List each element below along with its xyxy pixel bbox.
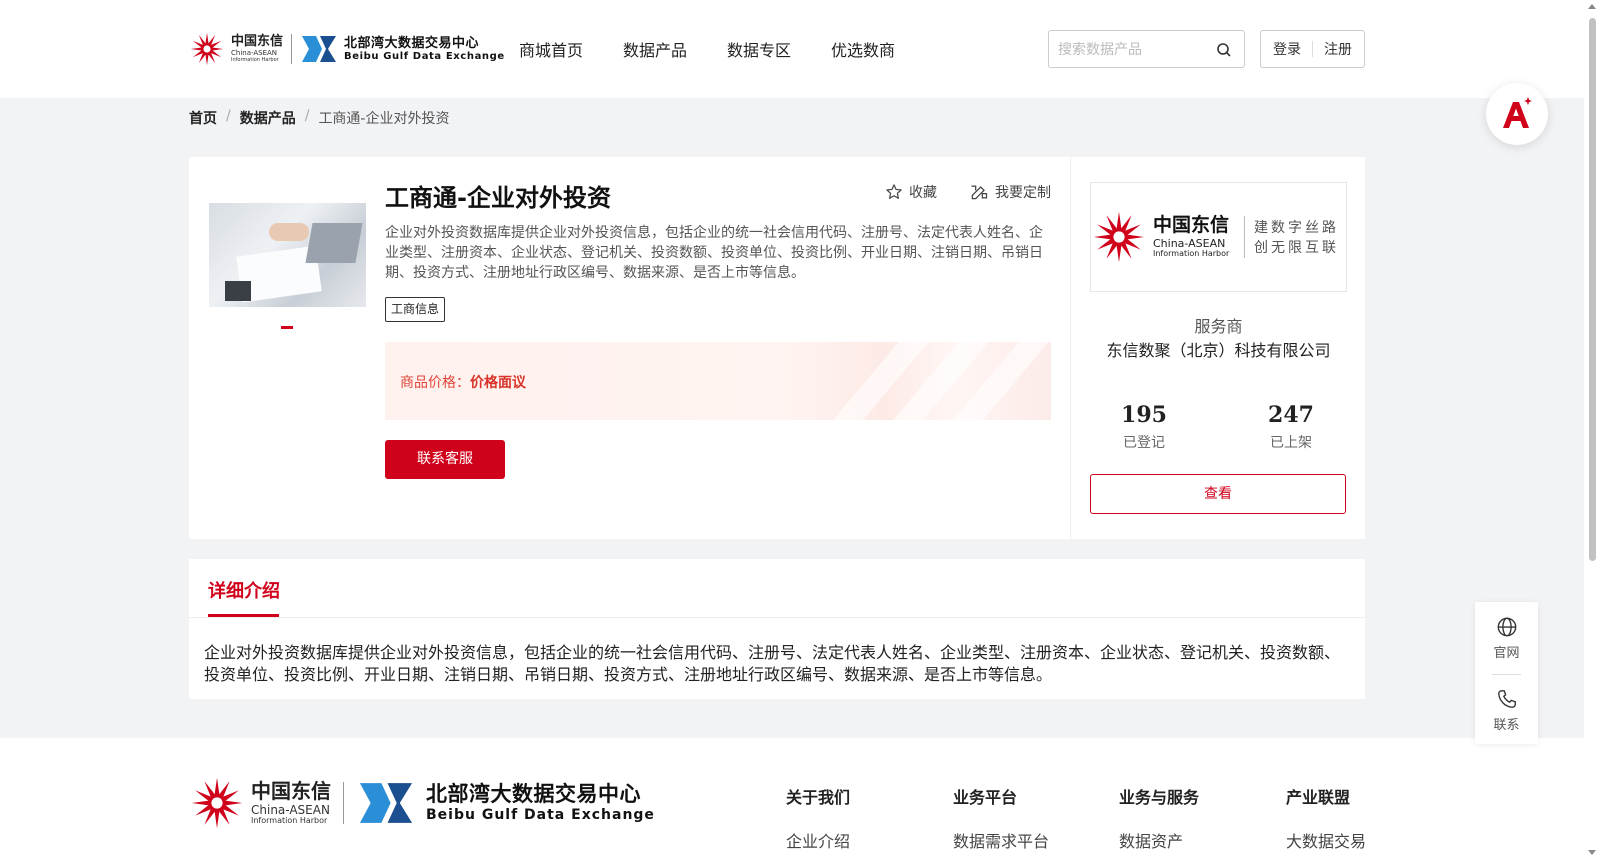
footer-china-asean-wordmark: 中国东信 China-ASEAN Information Harbor — [251, 779, 331, 825]
image-laptop-shape — [305, 223, 363, 263]
login-link[interactable]: 登录 — [1273, 39, 1301, 59]
listed-label: 已上架 — [1270, 435, 1312, 451]
scroll-down-arrow-icon[interactable] — [1588, 850, 1596, 855]
registered-stat: 195 已登记 — [1089, 402, 1199, 452]
vendor-wordmark: 中国东信 China-ASEAN Information Harbor — [1153, 214, 1230, 258]
registered-count: 195 — [1121, 402, 1167, 428]
page-scrollbar[interactable] — [1584, 0, 1600, 861]
site-footer: 中国东信 China-ASEAN Information Harbor 北部湾大… — [0, 738, 1584, 861]
footer-column-about: 关于我们 企业介绍 — [786, 784, 850, 852]
star-icon — [886, 184, 902, 199]
vendor-logo[interactable]: 中国东信 China-ASEAN Information Harbor 建数字丝… — [1090, 182, 1347, 292]
scroll-thumb[interactable] — [1589, 18, 1596, 561]
product-description: 企业对外投资数据库提供企业对外投资信息，包括企业的统一社会信用代码、注册号、法定… — [385, 225, 1043, 281]
side-divider — [1492, 674, 1521, 675]
price-label: 商品价格：价格面议 — [400, 375, 526, 391]
auth-box: 登录 注册 — [1260, 30, 1365, 68]
price-value: 价格面议 — [470, 375, 526, 391]
favorite-label: 收藏 — [909, 185, 937, 201]
detail-section: 详细介绍 企业对外投资数据库提供企业对外投资信息，包括企业的统一社会信用代码、注… — [189, 559, 1365, 699]
china-asean-wordmark: 中国东信 China-ASEAN Information Harbor — [231, 34, 284, 63]
search-icon[interactable] — [1216, 42, 1232, 58]
breadcrumb-home[interactable]: 首页 — [189, 108, 217, 128]
footer-beibu-gulf-logo-icon — [359, 783, 413, 823]
footer-column-heading: 业务平台 — [953, 788, 1018, 807]
nav-data-zone[interactable]: 数据专区 — [727, 37, 791, 61]
product-card: 工商通-企业对外投资 收藏 我要定制 企业对外投资数据库提供企业对外投资信息，包… — [189, 157, 1365, 539]
footer-burst-logo-icon — [191, 777, 243, 829]
image-hand-shape — [269, 223, 309, 241]
nav-mall-home[interactable]: 商城首页 — [519, 37, 583, 61]
price-box: 商品价格：价格面议 — [385, 342, 1051, 420]
vendor-logo-divider — [1244, 216, 1245, 258]
vendor-burst-logo-icon — [1093, 211, 1145, 263]
customize-button[interactable]: 我要定制 — [969, 182, 1051, 202]
footer-logo-divider — [343, 782, 344, 824]
nav-preferred-vendors[interactable]: 优选数商 — [831, 37, 895, 61]
view-vendor-button[interactable]: 查看 — [1090, 474, 1346, 514]
footer-link[interactable]: 大数据交易 — [1286, 828, 1366, 852]
assistant-button[interactable] — [1486, 83, 1548, 145]
registered-label: 已登记 — [1123, 435, 1165, 451]
footer-column-heading: 业务与服务 — [1119, 788, 1200, 807]
auth-divider — [1312, 41, 1313, 57]
side-website-button[interactable]: 官网 — [1475, 616, 1538, 661]
site-logo[interactable]: 中国东信 China-ASEAN Information Harbor 北部湾大… — [189, 28, 505, 70]
product-title: 工商通-企业对外投资 — [385, 184, 611, 212]
customize-icon — [971, 185, 988, 200]
search-box — [1048, 30, 1245, 68]
contact-support-button[interactable]: 联系客服 — [385, 440, 505, 479]
search-input[interactable] — [1058, 39, 1208, 59]
footer-logo[interactable]: 中国东信 China-ASEAN Information Harbor 北部湾大… — [189, 775, 655, 831]
nav-data-products[interactable]: 数据产品 — [623, 37, 687, 61]
breadcrumb: 首页 / 数据产品 / 工商通-企业对外投资 — [189, 108, 450, 128]
listed-count: 247 — [1268, 402, 1314, 428]
scroll-up-arrow-icon[interactable] — [1588, 4, 1596, 9]
breadcrumb-products[interactable]: 数据产品 — [240, 108, 296, 128]
side-contact-button[interactable]: 联系 — [1475, 688, 1538, 733]
image-calculator-shape — [225, 281, 251, 301]
china-asean-burst-logo-icon — [190, 32, 224, 66]
side-panel: 官网 联系 — [1475, 602, 1538, 744]
footer-column-alliance: 产业联盟 大数据交易 — [1286, 784, 1366, 852]
footer-link[interactable]: 数据需求平台 — [953, 828, 1049, 852]
breadcrumb-separator: / — [226, 108, 231, 124]
logo-divider — [291, 34, 293, 64]
phone-icon — [1497, 690, 1516, 708]
service-provider-label: 服务商 — [1194, 317, 1243, 336]
footer-column-heading: 产业联盟 — [1286, 788, 1351, 807]
product-tag[interactable]: 工商信息 — [385, 297, 446, 322]
detail-body: 企业对外投资数据库提供企业对外投资信息，包括企业的统一社会信用代码、注册号、法定… — [204, 643, 1341, 684]
side-website-label: 官网 — [1493, 646, 1520, 661]
breadcrumb-current: 工商通-企业对外投资 — [318, 111, 450, 127]
main-nav: 商城首页 数据产品 数据专区 优选数商 — [519, 37, 935, 61]
tab-divider — [189, 617, 1365, 618]
carousel-indicator[interactable] — [281, 326, 293, 329]
tab-detail-intro[interactable]: 详细介绍 — [208, 577, 280, 603]
assistant-a-icon — [1503, 97, 1532, 128]
beibu-gulf-wordmark: 北部湾大数据交易中心 Beibu Gulf Data Exchange — [344, 35, 505, 62]
vendor-slogan: 建数字丝路 创无限互联 — [1254, 220, 1339, 256]
customize-label: 我要定制 — [995, 185, 1051, 201]
footer-column-services: 业务与服务 数据资产 — [1119, 784, 1199, 852]
service-provider-name: 东信数聚（北京）科技有限公司 — [1106, 341, 1331, 360]
beibu-gulf-logo-icon — [302, 36, 337, 62]
listed-stat: 247 已上架 — [1236, 402, 1346, 452]
footer-beibu-gulf-wordmark: 北部湾大数据交易中心 Beibu Gulf Data Exchange — [426, 782, 655, 823]
product-image[interactable] — [209, 203, 366, 307]
favorite-button[interactable]: 收藏 — [885, 182, 937, 202]
globe-icon — [1497, 617, 1516, 637]
footer-link[interactable]: 数据资产 — [1119, 828, 1199, 852]
side-contact-label: 联系 — [1493, 718, 1520, 733]
footer-column-platform: 业务平台 数据需求平台 — [953, 784, 1049, 852]
card-divider — [1070, 157, 1071, 539]
footer-column-heading: 关于我们 — [786, 788, 851, 807]
footer-link[interactable]: 企业介绍 — [786, 828, 850, 852]
register-link[interactable]: 注册 — [1324, 39, 1352, 59]
site-header: 中国东信 China-ASEAN Information Harbor 北部湾大… — [0, 0, 1584, 98]
breadcrumb-separator: / — [304, 108, 310, 124]
